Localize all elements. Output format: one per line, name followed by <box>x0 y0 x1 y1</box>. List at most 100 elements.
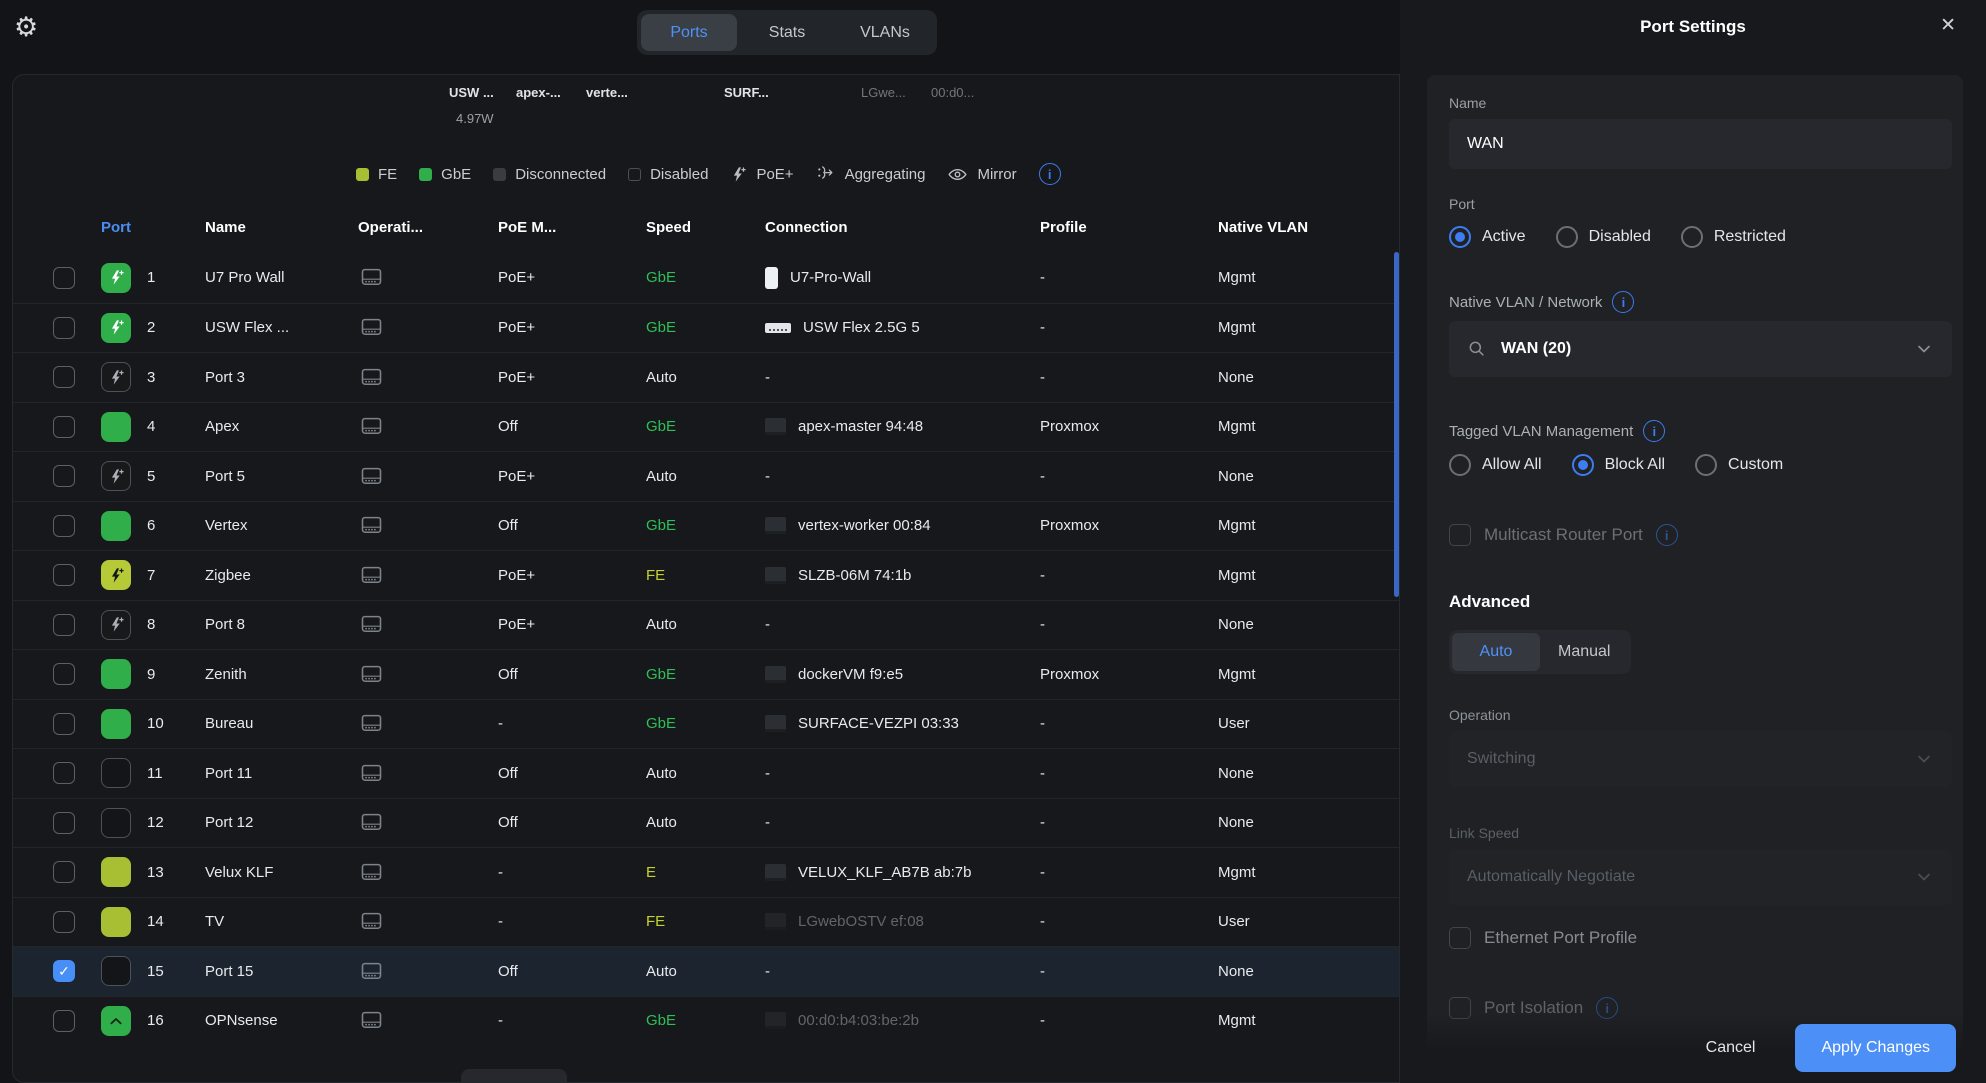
column-header-speed[interactable]: Speed <box>646 219 765 236</box>
row-select-checkbox[interactable] <box>53 713 75 735</box>
table-row[interactable]: 1U7 Pro WallPoE+GbEU7-Pro-Wall-Mgmt <box>13 253 1399 303</box>
row-select-checkbox[interactable] <box>53 515 75 537</box>
radio-port-restricted[interactable]: Restricted <box>1681 226 1786 248</box>
table-row[interactable]: 16OPNsense-GbE00:d0:b4:03:be:2b-Mgmt <box>13 996 1399 1046</box>
row-select-checkbox[interactable] <box>53 564 75 586</box>
table-row[interactable]: 10Bureau-GbESURFACE-VEZPI 03:33-User <box>13 699 1399 749</box>
table-row[interactable]: 4ApexOffGbEapex-master 94:48ProxmoxMgmt <box>13 402 1399 452</box>
row-select-checkbox[interactable] <box>53 614 75 636</box>
connection-cell: SLZB-06M 74:1b <box>765 567 1040 584</box>
name-input[interactable] <box>1449 119 1952 169</box>
row-select-checkbox[interactable] <box>53 317 75 339</box>
row-select-checkbox[interactable] <box>53 663 75 685</box>
pagination-button-partial[interactable] <box>461 1069 567 1083</box>
table-row[interactable]: 8Port 8PoE+Auto--None <box>13 600 1399 650</box>
table-row[interactable]: 3Port 3PoE+Auto--None <box>13 352 1399 402</box>
connection-name: U7-Pro-Wall <box>790 269 871 286</box>
legend-item: FE <box>356 166 397 183</box>
row-select-checkbox[interactable] <box>53 762 75 784</box>
mode-manual-button[interactable]: Manual <box>1540 633 1628 671</box>
ethernet-port-profile-checkbox[interactable]: Ethernet Port Profile <box>1449 927 1937 949</box>
radio-port-active[interactable]: Active <box>1449 226 1526 248</box>
row-select-checkbox[interactable] <box>53 1010 75 1032</box>
radio-port-disabled[interactable]: Disabled <box>1556 226 1651 248</box>
cancel-button[interactable]: Cancel <box>1706 1039 1756 1057</box>
native-vlan-select[interactable]: WAN (20) <box>1449 321 1952 377</box>
table-row[interactable]: 12Port 12OffAuto--None <box>13 798 1399 848</box>
gear-icon[interactable]: ⚙ <box>14 12 38 43</box>
tab-vlans[interactable]: VLANs <box>837 14 933 51</box>
row-select-checkbox[interactable] <box>53 861 75 883</box>
legend-label: GbE <box>441 166 471 183</box>
poe-mode: - <box>498 715 646 732</box>
switching-operation-icon <box>358 314 498 341</box>
table-scrollbar-thumb[interactable] <box>1394 252 1399 597</box>
legend-item: Disabled <box>628 166 708 183</box>
column-header-name[interactable]: Name <box>205 219 358 236</box>
client-device-icon <box>765 913 786 930</box>
native-vlan-label-text: Native VLAN / Network <box>1449 294 1602 311</box>
apply-changes-button[interactable]: Apply Changes <box>1795 1024 1956 1072</box>
legend-item: Mirror <box>947 164 1016 185</box>
link-speed-select[interactable]: Automatically Negotiate <box>1449 849 1952 905</box>
mode-auto-button[interactable]: Auto <box>1452 633 1540 671</box>
speed-value: GbE <box>646 517 765 534</box>
column-header-operati[interactable]: Operati... <box>358 219 498 236</box>
column-header-poem[interactable]: PoE M... <box>498 219 646 236</box>
table-row[interactable]: 5Port 5PoE+Auto--None <box>13 451 1399 501</box>
connection-name: 00:d0:b4:03:be:2b <box>798 1012 919 1029</box>
column-header-nativevlan[interactable]: Native VLAN <box>1218 219 1399 236</box>
poe-mode: - <box>498 864 646 881</box>
row-select-checkbox[interactable]: ✓ <box>53 960 75 982</box>
port-number: 4 <box>147 418 205 435</box>
mirror-eye-icon <box>947 164 968 185</box>
row-select-checkbox[interactable] <box>53 416 75 438</box>
radio-tagged-custom[interactable]: Custom <box>1695 454 1783 476</box>
poe-mode: PoE+ <box>498 269 646 286</box>
operation-select[interactable]: Switching <box>1449 731 1952 787</box>
multicast-router-port-checkbox[interactable]: Multicast Router Port i <box>1449 524 1937 546</box>
poe-mode: PoE+ <box>498 468 646 485</box>
native-vlan-value: None <box>1218 616 1399 633</box>
table-row[interactable]: 13Velux KLF-EVELUX_KLF_AB7B ab:7b-Mgmt <box>13 847 1399 897</box>
tab-stats[interactable]: Stats <box>739 14 835 51</box>
info-icon[interactable]: i <box>1656 524 1678 546</box>
legend-label: Disabled <box>650 166 708 183</box>
row-select-checkbox[interactable] <box>53 465 75 487</box>
connection-name: SLZB-06M 74:1b <box>798 567 911 584</box>
radio-icon <box>1449 454 1471 476</box>
switching-operation-icon <box>358 1007 498 1034</box>
row-select-checkbox[interactable] <box>53 366 75 388</box>
connection-name: USW Flex 2.5G 5 <box>803 319 920 336</box>
column-header-profile[interactable]: Profile <box>1040 219 1218 236</box>
port-name: TV <box>205 913 358 930</box>
info-icon[interactable]: i <box>1612 291 1634 313</box>
table-row[interactable]: 14TV-FELGwebOSTV ef:08-User <box>13 897 1399 947</box>
table-row[interactable]: 2USW Flex ...PoE+GbEUSW Flex 2.5G 5-Mgmt <box>13 303 1399 353</box>
row-select-checkbox[interactable] <box>53 911 75 933</box>
table-row[interactable]: 6VertexOffGbEvertex-worker 00:84ProxmoxM… <box>13 501 1399 551</box>
port-status-icon <box>101 511 131 541</box>
radio-tagged-block-all[interactable]: Block All <box>1572 454 1665 476</box>
switching-operation-icon <box>358 463 498 490</box>
port-status-icon <box>101 362 131 392</box>
info-icon[interactable]: i <box>1039 163 1061 185</box>
legend-item: i <box>1039 163 1061 185</box>
native-vlan-value: User <box>1218 913 1399 930</box>
table-row[interactable]: 11Port 11OffAuto--None <box>13 748 1399 798</box>
radio-label: Block All <box>1605 456 1665 474</box>
table-row[interactable]: 7ZigbeePoE+FESLZB-06M 74:1b-Mgmt <box>13 550 1399 600</box>
radio-tagged-allow-all[interactable]: Allow All <box>1449 454 1542 476</box>
row-select-checkbox[interactable] <box>53 812 75 834</box>
info-icon[interactable]: i <box>1643 420 1665 442</box>
column-header-connection[interactable]: Connection <box>765 219 1040 236</box>
switching-operation-icon <box>358 710 498 737</box>
speed-value: GbE <box>646 666 765 683</box>
column-header-port[interactable]: Port <box>101 219 205 236</box>
table-row[interactable]: ✓15Port 15OffAuto--None <box>13 946 1399 996</box>
row-select-checkbox[interactable] <box>53 267 75 289</box>
table-row[interactable]: 9ZenithOffGbEdockerVM f9:e5ProxmoxMgmt <box>13 649 1399 699</box>
close-icon[interactable]: ✕ <box>1940 14 1956 37</box>
tab-ports[interactable]: Ports <box>641 14 737 51</box>
connection-cell: - <box>765 468 1040 485</box>
